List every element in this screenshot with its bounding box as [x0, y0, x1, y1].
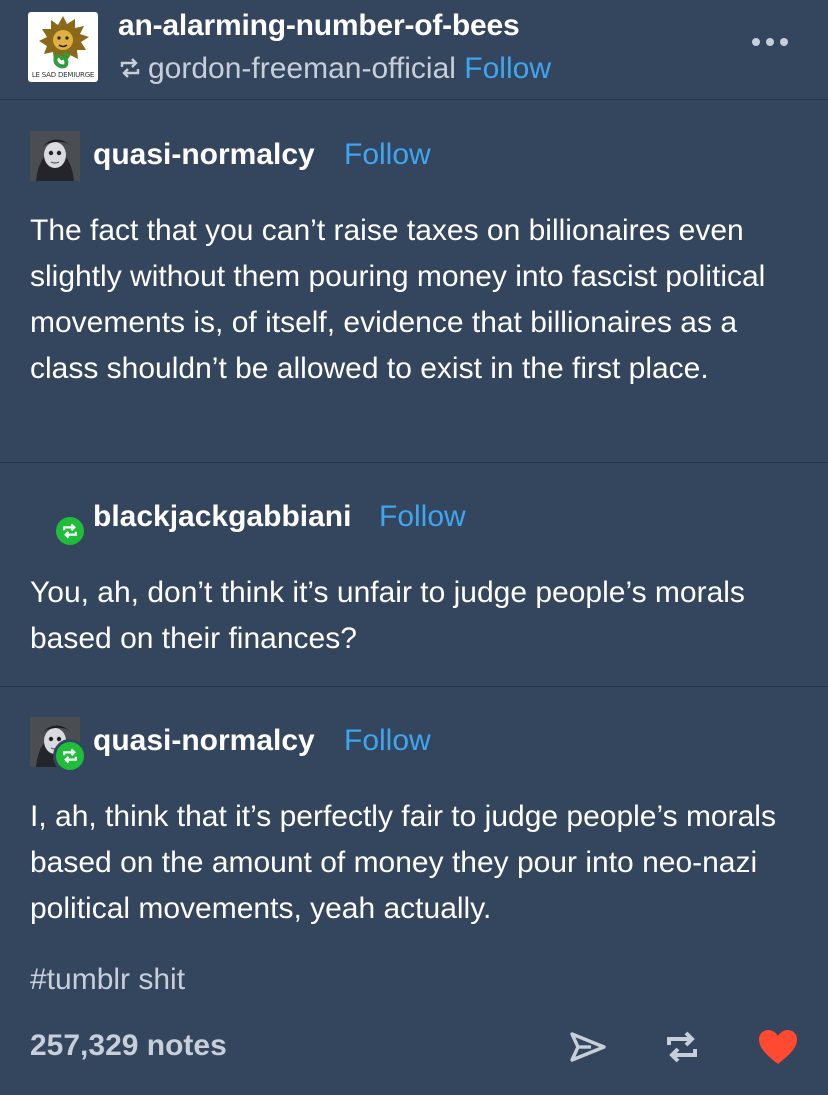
trail-username[interactable]: blackjackgabbiani — [93, 500, 351, 534]
user-avatar[interactable] — [30, 131, 80, 181]
avatar-caption: LE SAD DEMIURGE — [31, 71, 95, 79]
trail-username[interactable]: quasi-normalcy — [93, 724, 315, 758]
reblog-icon[interactable] — [660, 1027, 704, 1067]
more-dots-icon[interactable] — [752, 38, 788, 46]
tumblr-post: LE SAD DEMIURGE an-alarming-number-of-be… — [0, 0, 828, 1095]
trail-entry: quasi-normalcy Follow The fact that you … — [0, 101, 828, 463]
reblog-badge-icon — [53, 514, 87, 548]
blog-name[interactable]: an-alarming-number-of-bees — [118, 9, 520, 43]
follow-button[interactable]: Follow — [344, 724, 431, 758]
post-text: You, ah, don’t think it’s unfair to judg… — [30, 576, 745, 655]
share-icon[interactable] — [566, 1027, 610, 1067]
follow-button[interactable]: Follow — [379, 500, 466, 534]
post-text: The fact that you can’t raise taxes on b… — [30, 214, 766, 385]
blog-avatar[interactable]: LE SAD DEMIURGE — [28, 12, 98, 82]
notes-count[interactable]: 257,329 notes — [30, 1029, 227, 1063]
reblog-badge-icon — [53, 739, 87, 773]
heart-icon[interactable] — [756, 1027, 800, 1067]
follow-button-reblog-source[interactable]: Follow — [464, 52, 551, 85]
reblog-source: gordon-freeman-official Follow — [118, 52, 551, 87]
trail-username[interactable]: quasi-normalcy — [93, 138, 315, 172]
trail-entry: quasi-normalcy Follow I, ah, think that … — [0, 687, 828, 1095]
trail-entry: blackjackgabbiani Follow You, ah, don’t … — [0, 463, 828, 687]
post-tag[interactable]: #tumblr shit — [30, 963, 185, 997]
portrait-avatar-icon — [30, 131, 80, 181]
post-header: LE SAD DEMIURGE an-alarming-number-of-be… — [0, 0, 828, 100]
reblog-source-name[interactable]: gordon-freeman-official — [148, 52, 456, 85]
post-text: I, ah, think that it’s perfectly fair to… — [30, 800, 776, 925]
reblog-small-icon — [118, 53, 142, 87]
follow-button[interactable]: Follow — [344, 138, 431, 172]
